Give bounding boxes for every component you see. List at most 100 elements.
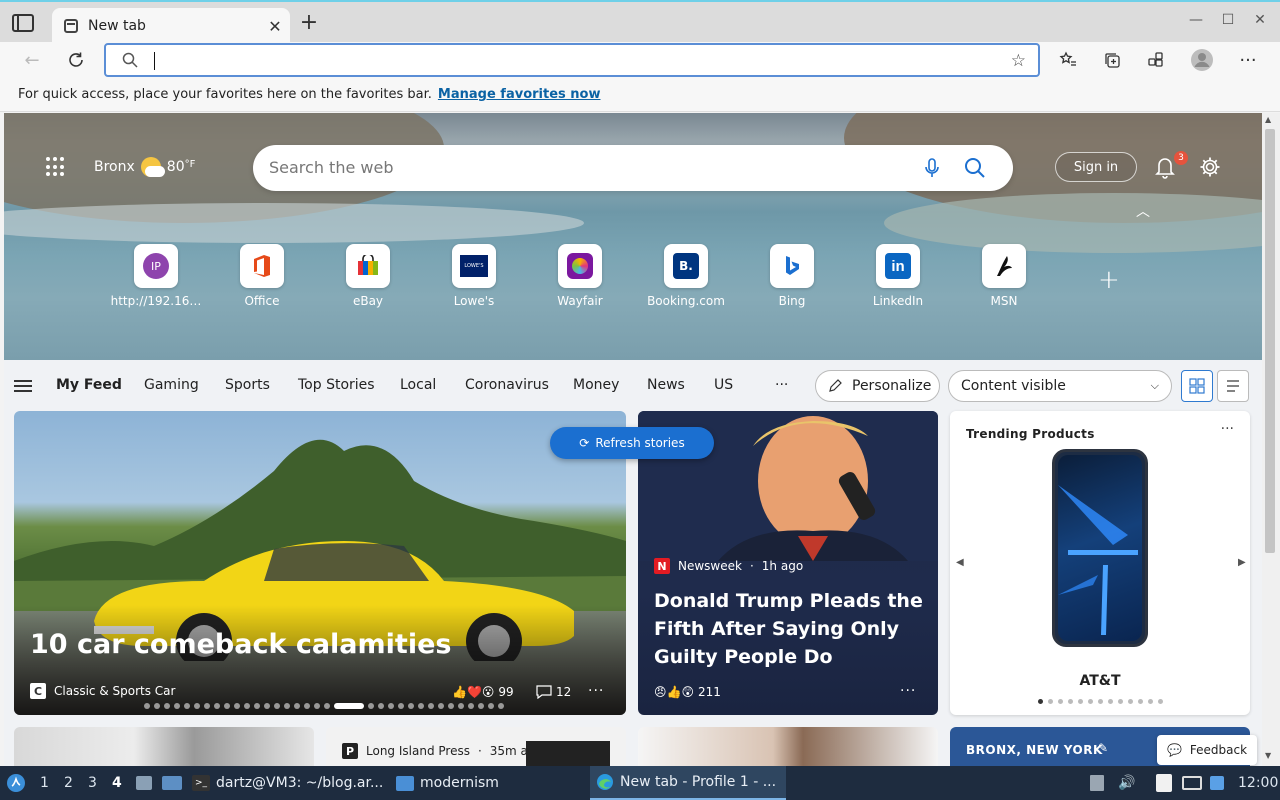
quick-link-tile[interactable]: Wayfair	[530, 244, 630, 308]
quick-link-tile[interactable]: IP http://192.16…	[106, 244, 206, 308]
tab-local[interactable]: Local	[400, 377, 436, 393]
car-reactions[interactable]: 👍❤️😮 99	[452, 685, 514, 699]
car-source-name: Classic & Sports Car	[54, 684, 176, 698]
tab-top-stories[interactable]: Top Stories	[298, 377, 375, 393]
add-favorite-icon[interactable]: ☆	[1011, 51, 1026, 71]
web-search-input[interactable]: Search the web	[269, 158, 393, 177]
weather-location: Bronx	[94, 159, 135, 175]
tray-notes-icon[interactable]	[1156, 766, 1172, 800]
tray-updates-icon[interactable]	[1210, 766, 1224, 800]
tab-actions-icon[interactable]	[12, 14, 34, 32]
trending-more-icon[interactable]: ···	[1221, 421, 1234, 437]
carousel-prev-icon[interactable]: ◀	[956, 557, 964, 568]
folder-window[interactable]: modernism	[396, 766, 499, 800]
new-tab-button[interactable]: +	[298, 12, 320, 34]
folder-title: modernism	[420, 775, 499, 791]
network-icon[interactable]	[1182, 766, 1202, 800]
maximize-icon[interactable]: ☐	[1218, 12, 1238, 28]
carousel-next-icon[interactable]: ▶	[1238, 557, 1246, 568]
newsweek-reactions[interactable]: 😠👍😲 211	[654, 685, 721, 699]
trending-products-card[interactable]: Trending Products ··· ◀ ▶ AT&T	[950, 411, 1250, 715]
manage-favorites-link[interactable]: Manage favorites now	[438, 87, 601, 102]
profile-avatar-icon[interactable]	[1188, 46, 1216, 74]
quick-link-tile[interactable]: eBay	[318, 244, 418, 308]
tray-clipboard-icon[interactable]	[1090, 766, 1104, 800]
refresh-stories-button[interactable]: ⟳ Refresh stories	[550, 427, 714, 459]
clock: 12:00	[1238, 775, 1279, 791]
car-story-title[interactable]: 10 car comeback calamities	[30, 629, 451, 660]
workspace-4[interactable]: 4	[112, 775, 122, 791]
tab-us[interactable]: US	[714, 377, 733, 393]
volume-icon[interactable]: 🔊	[1118, 766, 1135, 800]
quick-link-label: Bing	[778, 294, 806, 308]
story-card-long-island-press[interactable]: P Long Island Press · 35m ag	[326, 727, 626, 766]
story-card-row2-3[interactable]	[638, 727, 938, 766]
scroll-down-icon[interactable]: ▼	[1265, 751, 1271, 760]
grid-view-button[interactable]	[1181, 370, 1213, 402]
microphone-icon[interactable]	[923, 157, 941, 179]
address-input[interactable]	[154, 52, 155, 70]
collections-icon[interactable]	[1098, 46, 1126, 74]
terminal-window[interactable]: >_ dartz@VM3: ~/blog.ar...	[192, 766, 383, 800]
quick-link-tile[interactable]: Office	[212, 244, 312, 308]
newsweek-card-more-icon[interactable]: ···	[900, 683, 916, 699]
page-scrollbar[interactable]: ▲ ▼	[1262, 113, 1280, 766]
story-card-row2-1[interactable]	[14, 727, 314, 766]
extensions-icon[interactable]	[1142, 46, 1170, 74]
quick-link-tile[interactable]: LOWE'S Lowe's	[424, 244, 524, 308]
sign-in-button[interactable]: Sign in	[1055, 152, 1137, 182]
personalize-button[interactable]: Personalize	[815, 370, 940, 402]
page-settings-gear-icon[interactable]	[1199, 156, 1221, 178]
refresh-icon[interactable]	[62, 46, 90, 74]
window-switcher-icon[interactable]	[162, 766, 182, 800]
feedback-button[interactable]: 💬 Feedback	[1157, 735, 1257, 765]
tab-money[interactable]: Money	[573, 377, 619, 393]
minimize-icon[interactable]: —	[1186, 12, 1206, 28]
tab-news[interactable]: News	[647, 377, 685, 393]
close-window-icon[interactable]: ✕	[1250, 12, 1270, 28]
close-tab-icon[interactable]: ✕	[264, 17, 286, 36]
notifications-icon[interactable]	[1154, 155, 1176, 179]
reaction-emojis-icon: 😠👍😲	[654, 685, 694, 699]
address-bar[interactable]: ☆	[104, 43, 1040, 77]
folder-icon	[396, 775, 414, 791]
collapse-chevron-up-icon[interactable]: ︿	[1136, 201, 1150, 221]
quick-link-tile[interactable]: Bing	[742, 244, 842, 308]
quick-link-tile[interactable]: MSN	[954, 244, 1054, 308]
tab-coronavirus[interactable]: Coronavirus	[465, 377, 549, 393]
workspace-3[interactable]: 3	[88, 775, 97, 791]
content-visibility-select[interactable]: Content visible ⌵	[948, 370, 1172, 402]
newsweek-story-title[interactable]: Donald Trump Pleads the Fifth After Sayi…	[654, 587, 924, 671]
favorites-icon[interactable]	[1054, 46, 1082, 74]
add-quick-link-icon[interactable]: +	[1098, 265, 1120, 295]
browser-window[interactable]: New tab - Profile 1 - ...	[590, 766, 786, 800]
list-view-icon	[1227, 380, 1239, 392]
tab-my-feed[interactable]: My Feed	[56, 377, 122, 393]
file-manager-launcher-icon[interactable]	[136, 766, 152, 800]
story-card-car[interactable]: 10 car comeback calamities C Classic & S…	[14, 411, 626, 715]
workspace-2[interactable]: 2	[64, 775, 73, 791]
settings-more-icon[interactable]: ···	[1234, 46, 1262, 74]
quick-link-tile[interactable]: in LinkedIn	[848, 244, 948, 308]
weather-widget[interactable]: Bronx 80°F	[94, 157, 195, 177]
tab-sports[interactable]: Sports	[225, 377, 270, 393]
apps-launcher-icon[interactable]	[46, 157, 66, 177]
content-visibility-value: Content visible	[961, 378, 1066, 394]
back-icon[interactable]: ←	[18, 46, 46, 74]
list-view-button[interactable]	[1217, 370, 1249, 402]
web-search-box[interactable]: Search the web	[253, 145, 1013, 191]
car-card-more-icon[interactable]: ···	[588, 683, 604, 699]
tab-new-tab[interactable]: New tab ✕	[52, 8, 290, 44]
tab-gaming[interactable]: Gaming	[144, 377, 199, 393]
feed-menu-icon[interactable]	[14, 380, 32, 392]
edit-location-icon[interactable]: ✎	[1098, 741, 1108, 755]
trending-product-name[interactable]: AT&T	[950, 673, 1250, 689]
search-icon[interactable]	[964, 157, 986, 179]
more-topics-button[interactable]: ···	[775, 377, 788, 393]
start-menu-icon[interactable]	[6, 766, 26, 800]
scrollbar-thumb[interactable]	[1265, 129, 1275, 553]
car-comments[interactable]: 12	[536, 685, 571, 699]
workspace-1[interactable]: 1	[40, 775, 49, 791]
quick-link-tile[interactable]: B. Booking.com	[636, 244, 736, 308]
scroll-up-icon[interactable]: ▲	[1265, 115, 1271, 124]
